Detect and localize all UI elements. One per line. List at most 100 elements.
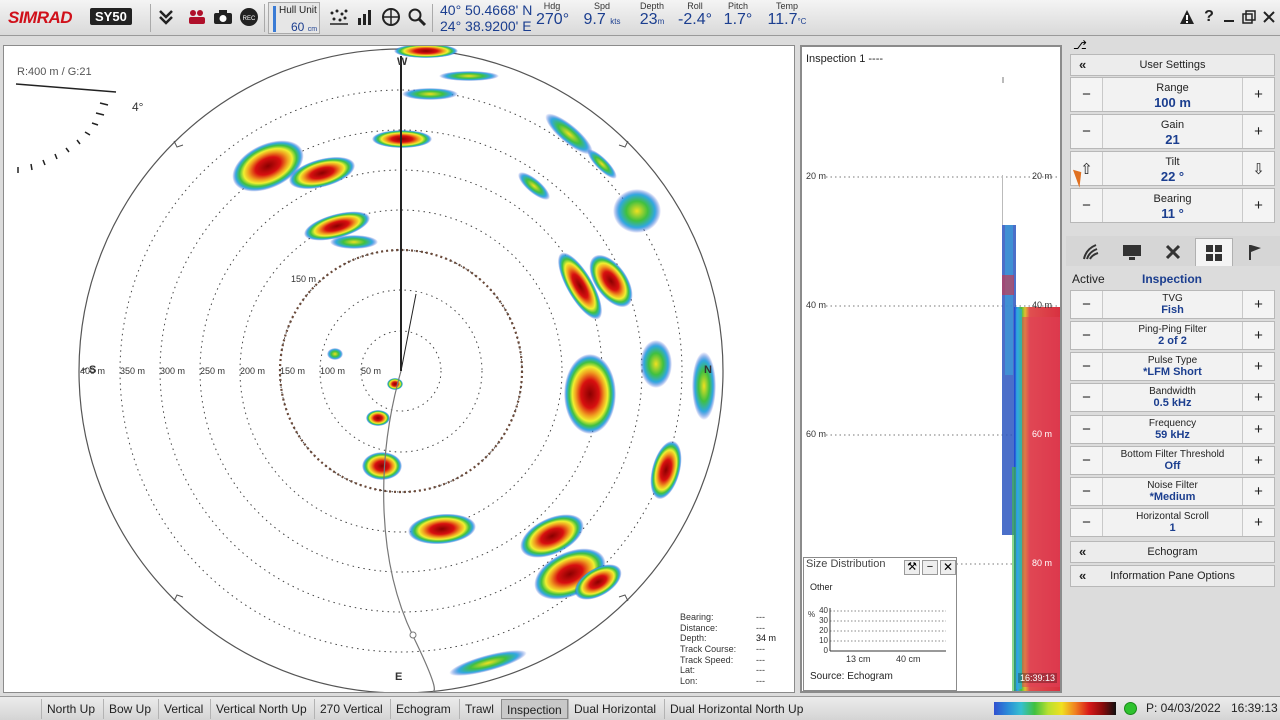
minimize-window-icon[interactable]: − xyxy=(922,560,938,575)
gain-increase-button[interactable]: + xyxy=(1242,115,1274,148)
setting-label: Frequency xyxy=(1148,418,1197,429)
setting-label: Ping-Ping Filter xyxy=(1138,324,1207,335)
double-chevron-down-icon[interactable] xyxy=(155,6,177,28)
sonar-view[interactable]: R:400 m / G:21 4° W E S N 400 m 350 m 30… xyxy=(3,45,795,693)
info-track-course-value: --- xyxy=(756,644,765,655)
hull-unit-label: Hull Unit xyxy=(279,5,317,16)
model-badge: SY50 xyxy=(90,8,132,25)
bearing-decrease-button[interactable]: − xyxy=(1071,189,1103,222)
speed-readout: Spd 9.7 kts xyxy=(578,1,626,29)
setting-decrease-button[interactable]: − xyxy=(1071,478,1103,505)
mode-button-trawl[interactable]: Trawl xyxy=(459,699,499,719)
color-scale-bar xyxy=(994,702,1116,715)
close-window-icon[interactable]: ✕ xyxy=(940,560,956,575)
setting-row: − Pulse Type *LFM Short + xyxy=(1070,352,1275,381)
bar-chart-icon[interactable] xyxy=(354,6,376,28)
mode-button-vertical[interactable]: Vertical xyxy=(158,699,208,719)
target-icon[interactable] xyxy=(380,6,402,28)
depth-readout: Depth 23m xyxy=(634,1,670,29)
setting-label: TVG xyxy=(1162,293,1183,304)
tab-display-icon[interactable] xyxy=(1113,238,1151,266)
speed-label: Spd xyxy=(593,1,610,11)
setting-decrease-button[interactable]: − xyxy=(1071,353,1103,380)
setting-increase-button[interactable]: + xyxy=(1242,291,1274,318)
info-track-speed-value: --- xyxy=(756,654,765,665)
record-icon[interactable]: REC xyxy=(238,6,260,28)
roll-readout: Roll -2.4° xyxy=(678,1,712,29)
bearing-increase-button[interactable]: + xyxy=(1242,189,1274,222)
echogram-depth-label: 20 m xyxy=(806,171,827,181)
size-distribution-window[interactable]: Size Distribution ⚒ − ✕ Other % 40 30 20… xyxy=(803,557,957,691)
range-decrease-button[interactable]: − xyxy=(1071,78,1103,111)
range-label: 300 m xyxy=(160,366,186,376)
setting-decrease-button[interactable]: − xyxy=(1071,384,1103,411)
setting-increase-button[interactable]: + xyxy=(1242,478,1274,505)
range-value: 100 m xyxy=(1154,95,1191,110)
svg-text:REC: REC xyxy=(243,16,256,22)
setting-increase-button[interactable]: + xyxy=(1242,322,1274,349)
setting-decrease-button[interactable]: − xyxy=(1071,447,1103,474)
tools-icon[interactable]: ⚒ xyxy=(904,560,920,575)
range-label: 100 m xyxy=(320,366,346,376)
inner-range-label: 150 m xyxy=(291,274,317,284)
mode-button-bow-up[interactable]: Bow Up xyxy=(103,699,156,719)
info-lat-label: Lat: xyxy=(680,665,696,676)
mode-button-dual-horizontal-north-up[interactable]: Dual Horizontal North Up xyxy=(664,699,808,719)
range-label: 400 m xyxy=(80,366,106,376)
longitude-value: 24° 38.9200' E xyxy=(440,18,532,34)
mode-button-dual-horizontal[interactable]: Dual Horizontal xyxy=(568,699,661,719)
zoom-icon[interactable] xyxy=(406,6,428,28)
mode-button-270-vertical[interactable]: 270 Vertical xyxy=(314,699,388,719)
status-indicator-icon xyxy=(1124,702,1137,715)
tab-layout-icon[interactable] xyxy=(1195,238,1233,266)
camera-icon[interactable] xyxy=(212,6,234,28)
setting-decrease-button[interactable]: − xyxy=(1071,322,1103,349)
depth-label: Depth xyxy=(639,1,665,11)
setting-increase-button[interactable]: + xyxy=(1242,447,1274,474)
user-settings-header[interactable]: « User Settings xyxy=(1070,54,1275,76)
people-icon[interactable] xyxy=(186,6,208,28)
gain-decrease-button[interactable]: − xyxy=(1071,115,1103,148)
tab-tools-icon[interactable] xyxy=(1154,238,1192,266)
setting-decrease-button[interactable]: − xyxy=(1071,509,1103,536)
setting-decrease-button[interactable]: − xyxy=(1071,291,1103,318)
setting-increase-button[interactable]: + xyxy=(1242,353,1274,380)
close-icon[interactable] xyxy=(1258,6,1280,28)
tilt-down-icon[interactable]: ⇩ xyxy=(1242,152,1274,185)
setting-row: − Noise Filter *Medium + xyxy=(1070,477,1275,506)
collapse-chevron-icon: « xyxy=(1079,544,1087,559)
restore-icon[interactable] xyxy=(1238,6,1260,28)
bearing-value: 11 ° xyxy=(1161,206,1184,221)
setting-decrease-button[interactable]: − xyxy=(1071,416,1103,443)
mode-button-inspection[interactable]: Inspection xyxy=(501,699,568,719)
setting-row: − Horizontal Scroll 1 + xyxy=(1070,508,1275,537)
tab-flag-icon[interactable] xyxy=(1236,238,1274,266)
gain-label: Gain xyxy=(1160,119,1185,131)
setting-increase-button[interactable]: + xyxy=(1242,509,1274,536)
warning-icon[interactable] xyxy=(1176,6,1198,28)
hull-unit-value: 60 cm xyxy=(291,20,318,34)
setting-label: Pulse Type xyxy=(1147,355,1198,366)
temperature-label: Temp xyxy=(775,1,798,11)
info-distance-label: Distance: xyxy=(680,622,718,633)
echogram-button[interactable]: « Echogram xyxy=(1070,541,1275,563)
setting-increase-button[interactable]: + xyxy=(1242,384,1274,411)
help-icon[interactable]: ? xyxy=(1198,6,1220,28)
range-increase-button[interactable]: + xyxy=(1242,78,1274,111)
pin-icon[interactable]: ⎇ xyxy=(1073,38,1087,52)
compass-top-label: W xyxy=(397,56,408,68)
echogram-depth-label: 60 m xyxy=(806,429,827,439)
echogram-depth-label-right: 20 m xyxy=(1032,171,1053,181)
mode-button-echogram[interactable]: Echogram xyxy=(390,699,456,719)
setting-increase-button[interactable]: + xyxy=(1242,416,1274,443)
hull-unit-control[interactable]: Hull Unit 60 cm xyxy=(268,2,320,34)
tab-sonar-beam-icon[interactable] xyxy=(1072,238,1110,266)
range-label: 350 m xyxy=(120,366,146,376)
mode-button-vertical-north-up[interactable]: Vertical North Up xyxy=(210,699,312,719)
heading-readout: Hdg 270° xyxy=(536,1,570,29)
heading-value: 270° xyxy=(536,11,570,28)
mode-button-north-up[interactable]: North Up xyxy=(41,699,100,719)
minimize-icon[interactable] xyxy=(1218,6,1240,28)
information-pane-options-button[interactable]: « Information Pane Options xyxy=(1070,565,1275,587)
dots-grid-icon[interactable] xyxy=(328,6,350,28)
